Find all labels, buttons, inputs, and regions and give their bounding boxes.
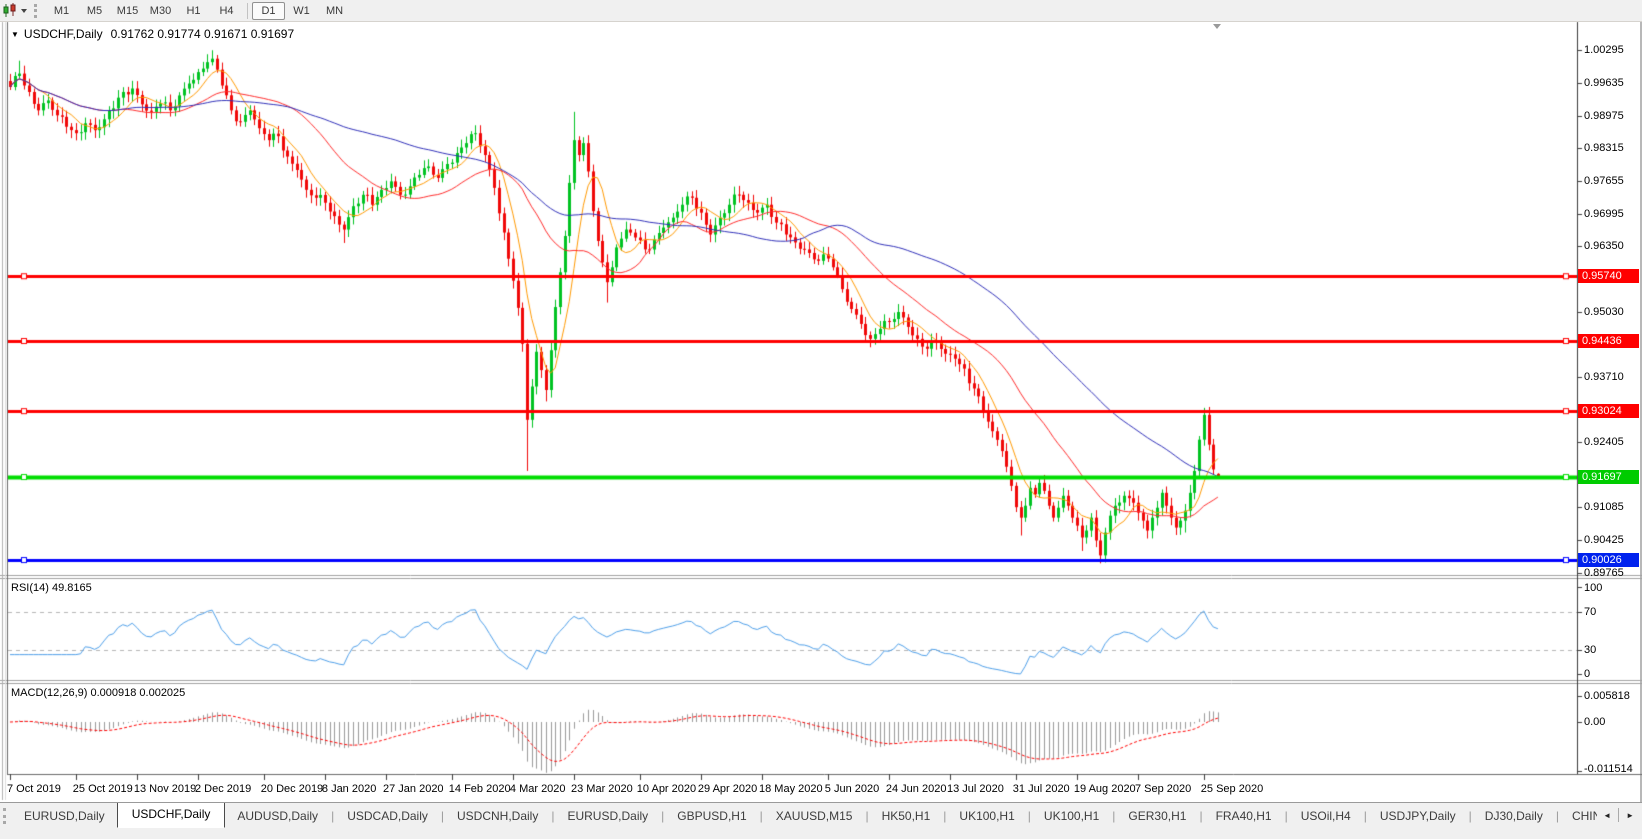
time-axis-label: 19 Aug 2020 — [1074, 783, 1136, 795]
macd-axis-label: -0.011514 — [1584, 763, 1633, 775]
price-axis-label: 0.98975 — [1584, 110, 1624, 122]
time-axis-label: 10 Apr 2020 — [637, 783, 696, 795]
price-axis-label: 0.91085 — [1584, 501, 1624, 513]
chart-tab-china300-h1[interactable]: CHINA300,H1 — [1560, 805, 1600, 827]
chart-type-icon[interactable] — [2, 3, 18, 18]
price-axis-label: 0.92405 — [1584, 436, 1624, 448]
price-axis-label: 0.89765 — [1584, 567, 1624, 579]
chart-canvas[interactable] — [0, 0, 1642, 839]
timeframe-button-m1[interactable]: M1 — [45, 2, 78, 20]
tab-scroll-divider — [1618, 808, 1619, 822]
macd-axis-label: 0.00 — [1584, 716, 1605, 728]
chart-ohlc-values: 0.91762 0.91774 0.91671 0.91697 — [111, 27, 295, 41]
chart-symbol-period: USDCHF,Daily — [24, 27, 103, 41]
time-axis-label: 7 Sep 2020 — [1135, 783, 1191, 795]
price-level-badge: 0.95740 — [1578, 269, 1639, 283]
timeframe-button-m5[interactable]: M5 — [78, 2, 111, 20]
chart-tab-gbpusd-h1[interactable]: GBPUSD,H1 — [665, 805, 758, 827]
tab-scroll-controls: ◄ ► — [1597, 803, 1640, 827]
time-axis-label: 2 Dec 2019 — [195, 783, 251, 795]
chart-tab-audusd-daily[interactable]: AUDUSD,Daily — [225, 805, 330, 827]
time-axis-label: 24 Jun 2020 — [886, 783, 947, 795]
price-axis-label: 0.96995 — [1584, 208, 1624, 220]
chart-tab-hk50-h1[interactable]: HK50,H1 — [870, 805, 943, 827]
time-axis-label: 29 Apr 2020 — [698, 783, 757, 795]
chart-tab-uk100-h1[interactable]: UK100,H1 — [1032, 805, 1111, 827]
chart-tab-ger30-h1[interactable]: GER30,H1 — [1116, 805, 1198, 827]
timeframe-button-m30[interactable]: M30 — [144, 2, 177, 20]
chart-tab-usdcad-daily[interactable]: USDCAD,Daily — [335, 805, 440, 827]
price-axis-label: 0.96350 — [1584, 240, 1624, 252]
chart-tab-usdjpy-daily[interactable]: USDJPY,Daily — [1368, 805, 1468, 827]
time-axis-label: 31 Jul 2020 — [1013, 783, 1070, 795]
toolbar-separator — [247, 3, 248, 19]
chart-tab-usdcnh-daily[interactable]: USDCNH,Daily — [445, 805, 550, 827]
time-axis-label: 20 Dec 2019 — [261, 783, 323, 795]
time-axis-label: 5 Jun 2020 — [825, 783, 879, 795]
price-level-badge: 0.91697 — [1578, 470, 1639, 484]
price-axis-label: 0.99635 — [1584, 77, 1624, 89]
chart-tab-eurusd-daily[interactable]: EURUSD,Daily — [12, 805, 117, 827]
price-level-badge: 0.93024 — [1578, 404, 1639, 418]
tab-scroll-right-icon[interactable]: ► — [1626, 811, 1634, 820]
chart-tab-uk100-h1[interactable]: UK100,H1 — [947, 805, 1026, 827]
time-axis-label: 27 Jan 2020 — [383, 783, 444, 795]
rsi-axis-label: 0 — [1584, 668, 1590, 680]
chart-title: ▼ USDCHF,Daily 0.91762 0.91774 0.91671 0.9… — [11, 27, 294, 41]
time-axis-label: 4 Mar 2020 — [510, 783, 566, 795]
price-level-badge: 0.94436 — [1578, 334, 1639, 348]
time-axis-label: 13 Jul 2020 — [947, 783, 1004, 795]
time-axis-label: 25 Sep 2020 — [1201, 783, 1263, 795]
chart-tabbar: EURUSD,DailyUSDCHF,DailyAUDUSD,Daily|USD… — [0, 802, 1642, 829]
rsi-axis-label: 30 — [1584, 644, 1596, 656]
time-axis-label: 7 Oct 2019 — [7, 783, 61, 795]
timeframe-button-h4[interactable]: H4 — [210, 2, 243, 20]
timeframe-button-d1[interactable]: D1 — [252, 2, 285, 20]
price-level-badge: 0.90026 — [1578, 553, 1639, 567]
rsi-axis-label: 100 — [1584, 582, 1602, 594]
periods-toolbar: M1 M5 M15 M30 H1 H4 D1 W1 MN — [0, 0, 1642, 22]
price-axis-label: 0.97655 — [1584, 175, 1624, 187]
chart-tab-usdchf-daily[interactable]: USDCHF,Daily — [117, 803, 226, 828]
timeframe-button-mn[interactable]: MN — [318, 2, 351, 20]
rsi-indicator-label: RSI(14) 49.8165 — [11, 582, 92, 594]
chart-type-dropdown-arrow-icon[interactable] — [21, 9, 27, 13]
chart-tab-dj30-daily[interactable]: DJ30,Daily — [1473, 805, 1555, 827]
time-axis-label: 14 Feb 2020 — [449, 783, 511, 795]
macd-indicator-label: MACD(12,26,9) 0.000918 0.002025 — [11, 687, 185, 699]
toolbar-grip[interactable] — [34, 4, 37, 18]
chart-tab-fra40-h1[interactable]: FRA40,H1 — [1204, 805, 1284, 827]
price-axis-label: 0.98315 — [1584, 142, 1624, 154]
timeframe-button-m15[interactable]: M15 — [111, 2, 144, 20]
timeframe-button-h1[interactable]: H1 — [177, 2, 210, 20]
price-axis-label: 1.00295 — [1584, 44, 1624, 56]
rsi-axis-label: 70 — [1584, 606, 1596, 618]
chart-tab-usoil-h4[interactable]: USOil,H4 — [1289, 805, 1363, 827]
price-axis-label: 0.90425 — [1584, 534, 1624, 546]
time-axis-label: 23 Mar 2020 — [571, 783, 633, 795]
time-axis-label: 8 Jan 2020 — [322, 783, 376, 795]
macd-axis-label: 0.005818 — [1584, 690, 1630, 702]
time-axis-label: 18 May 2020 — [759, 783, 823, 795]
chart-menu-arrow-icon[interactable]: ▼ — [11, 30, 19, 39]
price-axis-label: 0.93710 — [1584, 371, 1624, 383]
chart-tab-eurusd-daily[interactable]: EURUSD,Daily — [555, 805, 660, 827]
chart-shift-marker[interactable] — [1213, 24, 1221, 29]
chart-tab-xauusd-m15[interactable]: XAUUSD,M15 — [764, 805, 865, 827]
tab-scroll-left-icon[interactable]: ◄ — [1603, 811, 1611, 820]
time-axis-label: 25 Oct 2019 — [73, 783, 133, 795]
price-axis-label: 0.95030 — [1584, 306, 1624, 318]
time-axis-label: 13 Nov 2019 — [134, 783, 196, 795]
tabbar-grip[interactable] — [3, 808, 6, 824]
timeframe-button-w1[interactable]: W1 — [285, 2, 318, 20]
